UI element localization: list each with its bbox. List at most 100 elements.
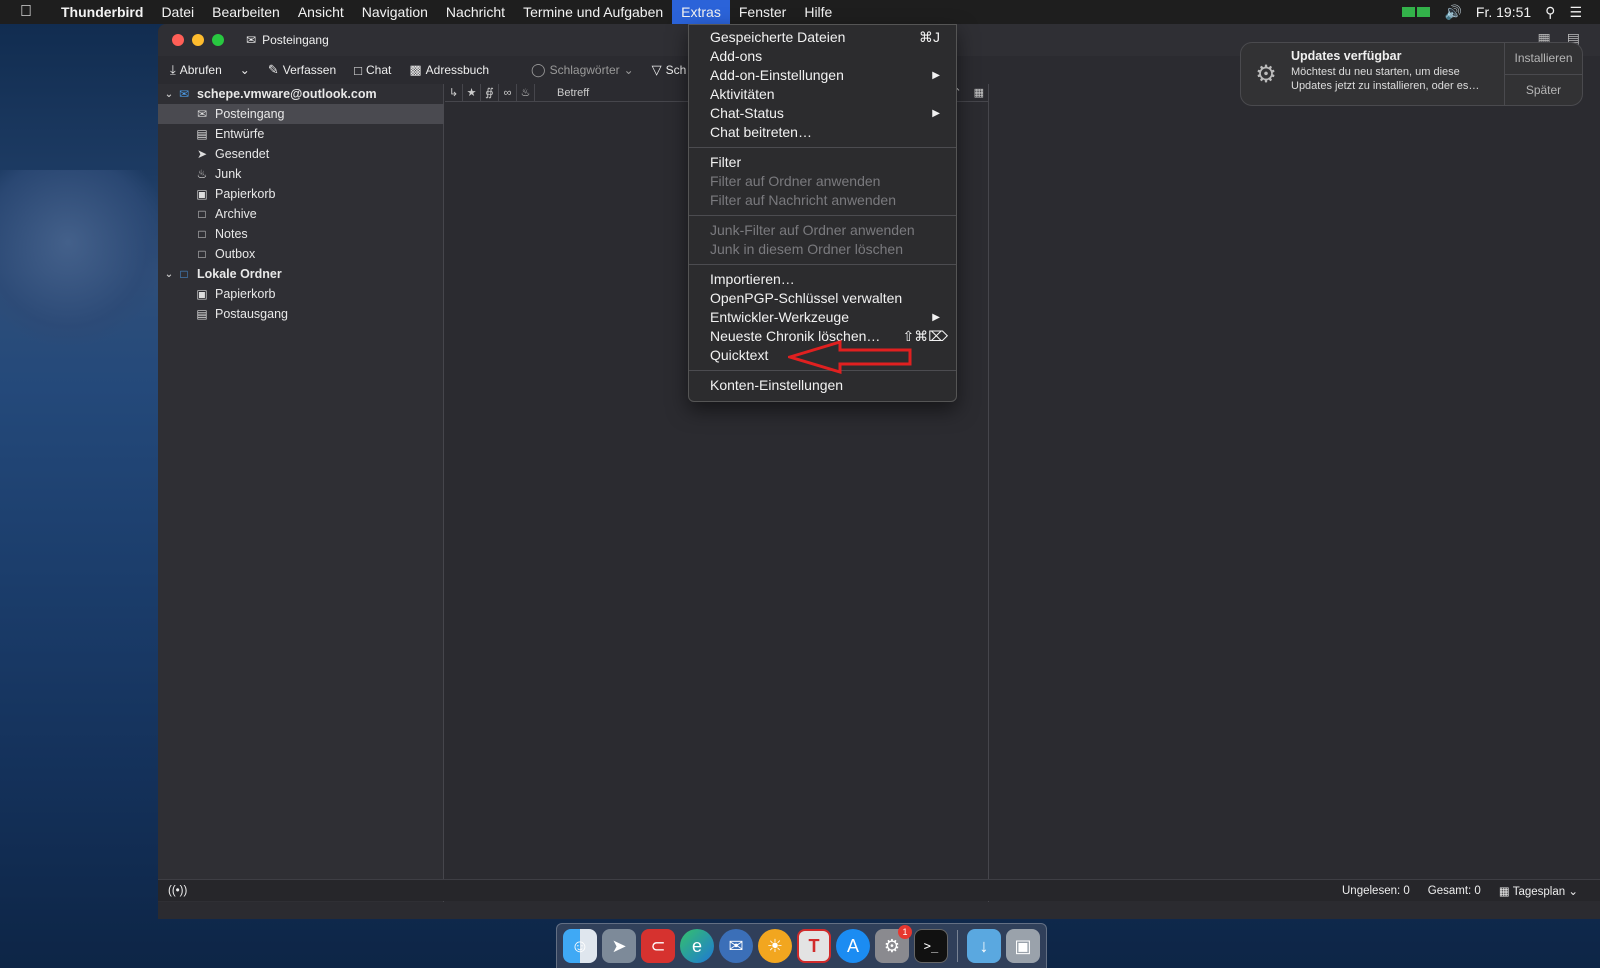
trash-icon: ▣ [196, 187, 208, 201]
menu-ansicht[interactable]: Ansicht [289, 0, 353, 24]
folder-archive[interactable]: □ Archive [158, 204, 444, 224]
thunderbird-icon[interactable]: ✉ [719, 929, 753, 963]
folder-label: Entwürfe [215, 127, 265, 141]
menu-item-apply-filter-message: Filter auf Nachricht anwenden [710, 192, 896, 208]
column-picker-icon[interactable]: ▦ [974, 86, 984, 99]
junk-status-icon[interactable]: ♨ [517, 83, 535, 102]
menu-item-filter[interactable]: Filter [689, 153, 956, 172]
chevron-down-icon: ⌄ [1568, 885, 1578, 898]
total-count: Gesamt: 0 [1427, 884, 1481, 897]
terminal-icon[interactable]: >_ [914, 929, 948, 963]
folder-label: Outbox [215, 247, 256, 261]
folder-label: Papierkorb [215, 287, 276, 301]
menu-extras[interactable]: Extras [672, 0, 730, 24]
account-row[interactable]: ⌄ ✉ schepe.vmware@outlook.com [158, 84, 444, 104]
menu-item-import[interactable]: Importieren… [689, 270, 956, 289]
gear-icon: ⚙ [1255, 60, 1277, 88]
menu-item-account-settings[interactable]: Konten-Einstellungen [689, 376, 956, 395]
download-icon: ⤓ [170, 62, 176, 77]
tags-label: Schlagwörter [549, 63, 620, 77]
menu-item-addons[interactable]: Add-ons [689, 47, 956, 66]
systemprefs-icon[interactable]: ⚙ 1 [875, 925, 912, 963]
finder-icon[interactable]: ☺ [563, 929, 597, 963]
chat-icon: □ [354, 62, 362, 78]
downloads-folder-icon[interactable]: ↓ [967, 929, 1001, 963]
folder-icon: □ [180, 267, 188, 281]
chat-button[interactable]: □ Chat [348, 59, 397, 81]
menu-item-openpgp-keys[interactable]: OpenPGP-Schlüssel verwalten [689, 289, 956, 308]
chevron-down-icon[interactable]: ⌄ [162, 89, 176, 100]
menu-nachricht[interactable]: Nachricht [437, 0, 514, 24]
column-subject[interactable]: Betreff [535, 87, 589, 99]
local-folders-row[interactable]: ⌄ □ Lokale Ordner [158, 264, 444, 284]
menu-app-name[interactable]: Thunderbird [52, 0, 152, 24]
launchpad-icon[interactable]: ➤ [602, 929, 636, 963]
later-button[interactable]: Später [1505, 73, 1582, 106]
menu-item-saved-files[interactable]: Gespeicherte Dateien ⌘J [689, 28, 956, 47]
submenu-arrow-icon: ▶ [932, 108, 940, 119]
dock-separator [957, 930, 958, 962]
xnview-icon[interactable]: ☀ [758, 929, 792, 963]
menu-item-developer-tools[interactable]: Entwickler-Werkzeuge ▶ [689, 308, 956, 327]
thread-column-icon[interactable]: ↳ [445, 83, 463, 102]
appstore-icon[interactable]: A [836, 929, 870, 963]
folder-label: Papierkorb [215, 187, 276, 201]
star-icon[interactable]: ★ [463, 83, 481, 102]
local-folder-papierkorb[interactable]: ▣ Papierkorb [158, 284, 444, 304]
online-status-icon[interactable]: ((•)) [158, 885, 187, 897]
menu-fenster[interactable]: Fenster [730, 0, 795, 24]
quick-filter-button[interactable]: ▽ Sch [646, 59, 693, 81]
menu-hilfe[interactable]: Hilfe [795, 0, 841, 24]
folder-pane: ⌄ ✉ schepe.vmware@outlook.com ✉ Posteing… [158, 84, 444, 902]
address-book-button[interactable]: ▩ Adressbuch [403, 59, 495, 81]
zoom-window-button[interactable] [212, 34, 224, 46]
menu-datei[interactable]: Datei [152, 0, 203, 24]
close-window-button[interactable] [172, 34, 184, 46]
tags-button[interactable]: ◯ Schlagwörter ⌄ [525, 59, 640, 81]
menu-item-addon-settings[interactable]: Add-on-Einstellungen ▶ [689, 66, 956, 85]
menu-item-delete-junk: Junk in diesem Ordner löschen [710, 241, 903, 257]
apple-icon[interactable]:  [0, 3, 52, 21]
attachment-icon[interactable]: ∯ [481, 83, 499, 102]
folder-notes[interactable]: □ Notes [158, 224, 444, 244]
tab-posteingang[interactable]: ✉ Posteingang [238, 24, 388, 56]
menu-item-join-chat[interactable]: Chat beitreten… [689, 123, 956, 142]
filter-icon: ▽ [651, 62, 662, 77]
dock: ☺ ➤ ⊂ e ✉ ☀ T A ⚙ 1 >_ ↓ ▣ [556, 923, 1047, 968]
dc-icon[interactable]: ⊂ [641, 929, 675, 963]
battery-icon[interactable] [1402, 7, 1431, 17]
folder-icon: □ [198, 247, 206, 261]
install-button[interactable]: Installieren [1505, 43, 1582, 74]
shortcut-label: ⌘J [919, 29, 940, 45]
control-center-icon[interactable]: ☰ [1569, 4, 1582, 21]
trash-icon[interactable]: ▣ [1006, 929, 1040, 963]
folder-gesendet[interactable]: ➤ Gesendet [158, 144, 444, 164]
folder-label: Posteingang [215, 107, 285, 121]
minimize-window-button[interactable] [192, 34, 204, 46]
spotlight-search-icon[interactable]: ⚲ [1545, 4, 1555, 21]
today-pane-toggle[interactable]: ▦ Tagesplan ⌄ [1499, 884, 1578, 898]
inbox-icon: ✉ [246, 33, 257, 47]
edge-icon[interactable]: e [680, 929, 714, 963]
read-status-icon[interactable]: ∞ [499, 83, 517, 102]
texteditor-icon[interactable]: T [797, 929, 831, 963]
compose-button[interactable]: ✎ Verfassen [262, 59, 342, 81]
menu-navigation[interactable]: Navigation [353, 0, 437, 24]
get-messages-button[interactable]: ⤓ Abrufen [164, 59, 228, 81]
clock[interactable]: Fr. 19:51 [1476, 4, 1531, 20]
folder-outbox[interactable]: □ Outbox [158, 244, 444, 264]
folder-entwuerfe[interactable]: ▤ Entwürfe [158, 124, 444, 144]
folder-junk[interactable]: ♨ Junk [158, 164, 444, 184]
chevron-down-icon[interactable]: ⌄ [162, 269, 176, 280]
notification-title: Updates verfügbar [1291, 49, 1402, 63]
get-messages-dropdown[interactable]: ⌄ [234, 59, 256, 81]
folder-posteingang[interactable]: ✉ Posteingang [158, 104, 444, 124]
menu-bearbeiten[interactable]: Bearbeiten [203, 0, 289, 24]
menu-termine[interactable]: Termine und Aufgaben [514, 0, 672, 24]
local-folder-postausgang[interactable]: ▤ Postausgang [158, 304, 444, 324]
folder-label: Junk [215, 167, 242, 181]
menu-item-activities[interactable]: Aktivitäten [689, 85, 956, 104]
volume-icon[interactable]: 🔊 [1444, 4, 1461, 21]
folder-papierkorb[interactable]: ▣ Papierkorb [158, 184, 444, 204]
menu-item-chat-status[interactable]: Chat-Status ▶ [689, 104, 956, 123]
